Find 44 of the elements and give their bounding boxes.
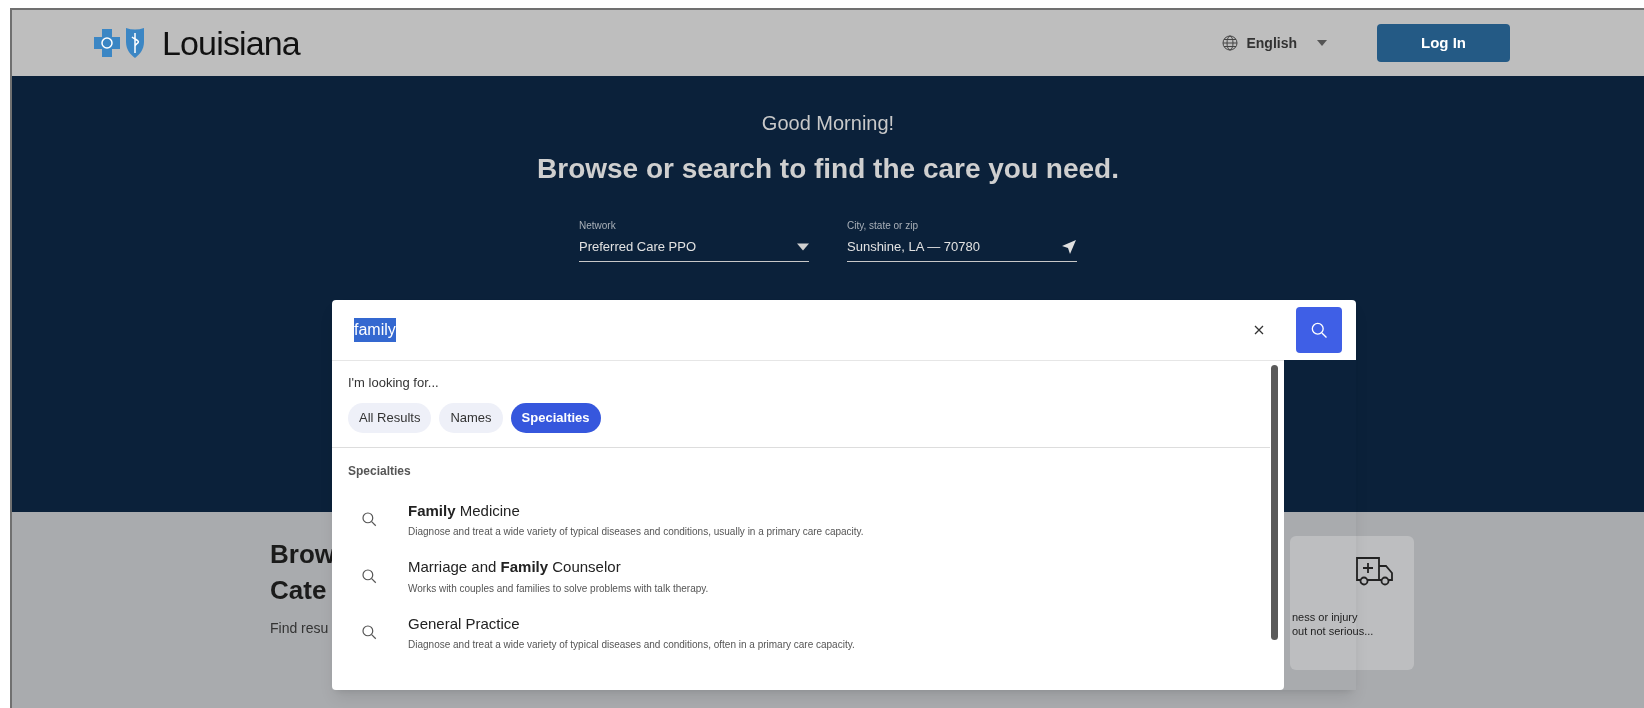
search-icon	[360, 623, 378, 642]
search-icon	[360, 566, 378, 585]
category-card[interactable]: ness or injury out not serious...	[1290, 536, 1414, 670]
result-item[interactable]: Marriage and Family Counselor Works with couples and families to solve problems with talk therapy.	[348, 556, 1268, 596]
result-description: Diagnose and treat a wide variety of typical diseases and conditions, usually in a primary care capacity.	[408, 525, 864, 539]
scrollbar[interactable]	[1271, 365, 1278, 640]
card-text: out not serious...	[1292, 624, 1374, 638]
filter-chip[interactable]: All Results	[348, 402, 432, 433]
form-field[interactable]: City, state or zip Sunshine, LA — 70780	[847, 218, 1077, 262]
headline: Browse or search to find the care you need.	[537, 152, 1119, 186]
result-title: Family Medicine	[408, 500, 521, 521]
result-title: General Practice	[408, 613, 521, 634]
brand-name: Louisiana	[162, 22, 300, 64]
result-item[interactable]: Family Medicine Diagnose and treat a wide variety of typical diseases and conditions, usually in a primary care capacity.	[348, 499, 1268, 539]
filter-chip[interactable]: Specialties	[510, 402, 601, 433]
field-label: City, state or zip	[847, 219, 919, 233]
login-button[interactable]: Log In	[1377, 24, 1510, 62]
ambulance-icon	[1354, 554, 1394, 588]
caret-icon	[1317, 39, 1327, 47]
field-value: Sunshine, LA — 70780	[847, 238, 980, 256]
location-arrow-icon	[1061, 238, 1077, 255]
field-value: Preferred Care PPO	[579, 238, 697, 256]
globe-icon	[1222, 35, 1239, 51]
section-subtitle: Find resu	[270, 619, 330, 638]
search-icon	[1309, 320, 1329, 340]
filter-chip[interactable]: Names	[439, 402, 503, 433]
form-field[interactable]: Network Preferred Care PPO	[579, 218, 809, 262]
card-text: ness or injury	[1292, 610, 1358, 624]
section-label: Specialties	[348, 462, 412, 480]
search-field[interactable]: family	[354, 300, 1254, 360]
result-description: Diagnose and treat a wide variety of typical diseases and conditions, often in a primary care capacity.	[408, 638, 855, 652]
language-selector[interactable]: English	[1222, 32, 1327, 54]
result-description: Works with couples and families to solve problems with talk therapy.	[408, 581, 709, 596]
filter-prompt: I'm looking for...	[348, 374, 440, 392]
search-button[interactable]	[1296, 307, 1342, 353]
section-heading: Cate	[270, 574, 328, 607]
section-heading: Brow	[270, 538, 336, 571]
caret-icon	[797, 242, 809, 251]
greeting: Good Morning!	[761, 111, 895, 136]
field-label: Network	[579, 219, 617, 233]
result-title: Marriage and Family Counselor	[408, 557, 622, 577]
result-item[interactable]: General Practice Diagnose and treat a wide variety of typical diseases and conditions, often in a primary care capacity.	[348, 612, 1268, 652]
search-icon	[360, 510, 378, 529]
clear-icon[interactable]	[1254, 325, 1264, 335]
